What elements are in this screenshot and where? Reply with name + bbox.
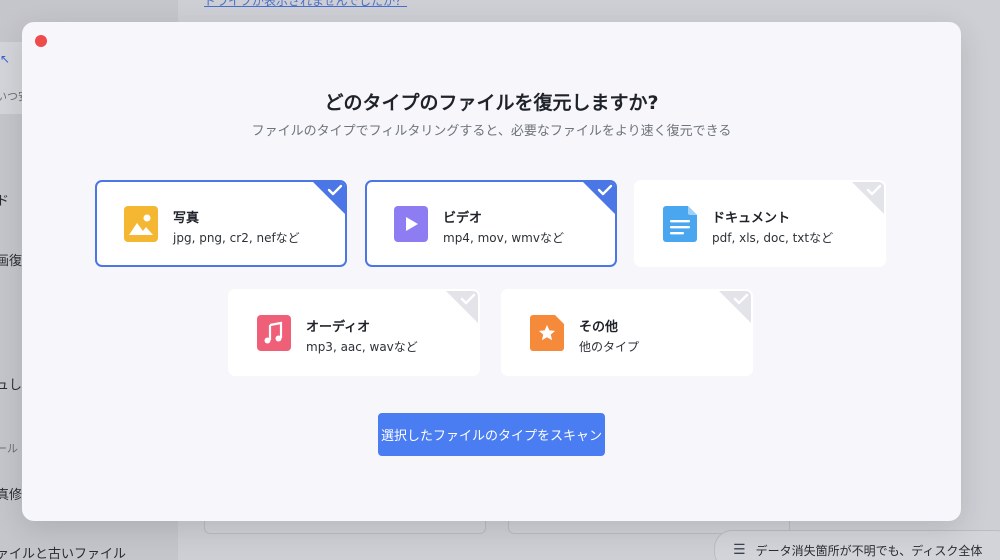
background-sidebar-text: ド — [0, 194, 10, 209]
close-button[interactable] — [35, 35, 47, 47]
card-title: オーディオ — [306, 320, 371, 335]
video-icon — [394, 206, 428, 242]
file-type-card-photo[interactable]: 写真 jpg, png, cr2, nefなど — [95, 180, 347, 267]
checkmark-icon — [851, 182, 884, 215]
file-type-card-audio[interactable]: オーディオ mp3, aac, wavなど — [228, 289, 480, 376]
card-title: ドキュメント — [712, 211, 791, 226]
background-sidebar-text: 画復 — [0, 254, 23, 269]
document-icon — [663, 206, 697, 242]
checkmark-icon — [582, 182, 615, 215]
background-sidebar-text: ュし — [0, 378, 23, 393]
card-description: pdf, xls, doc, txtなど — [712, 231, 834, 245]
card-description: 他のタイプ — [579, 340, 640, 354]
scan-selected-types-button[interactable]: 選択したファイルのタイプをスキャン — [378, 413, 605, 456]
background-sidebar-text: ール — [0, 442, 18, 455]
card-description: jpg, png, cr2, nefなど — [173, 231, 300, 245]
file-type-card-document[interactable]: ドキュメント pdf, xls, doc, txtなど — [634, 180, 886, 267]
file-type-card-video[interactable]: ビデオ mp4, mov, wmvなど — [365, 180, 617, 267]
checkmark-icon — [718, 291, 751, 324]
file-type-dialog: どのタイプのファイルを復元しますか? ファイルのタイプでフィルタリングすると、必… — [22, 22, 961, 521]
dialog-title: どのタイプのファイルを復元しますか? — [324, 92, 659, 114]
audio-icon — [257, 315, 291, 351]
card-description: mp3, aac, wavなど — [306, 340, 418, 354]
checkmark-icon — [312, 182, 345, 215]
card-title: ビデオ — [443, 211, 483, 226]
background-banner: ☰ データ消失箇所が不明でも、ディスク全体 — [714, 530, 1000, 560]
background-banner-text: データ消失箇所が不明でも、ディスク全体 — [755, 543, 983, 558]
file-type-card-other[interactable]: その他 他のタイプ — [501, 289, 753, 376]
photo-icon — [124, 206, 158, 242]
dialog-subtitle: ファイルのタイプでフィルタリングすると、必要なファイルをより速く復元できる — [251, 124, 732, 139]
list-icon: ☰ — [733, 542, 746, 558]
background-sidebar-text: 真修 — [0, 488, 23, 503]
background-arrow-icon: ↖ — [0, 52, 11, 66]
background-drive-link: ドライブが表示されませんでしたか？ — [204, 0, 408, 8]
other-star-icon — [530, 315, 564, 351]
card-description: mp4, mov, wmvなど — [443, 231, 564, 245]
checkmark-icon — [445, 291, 478, 324]
card-title: その他 — [579, 320, 619, 335]
background-sidebar-text: ァイルと古いファイル — [0, 547, 127, 560]
card-title: 写真 — [173, 211, 200, 226]
